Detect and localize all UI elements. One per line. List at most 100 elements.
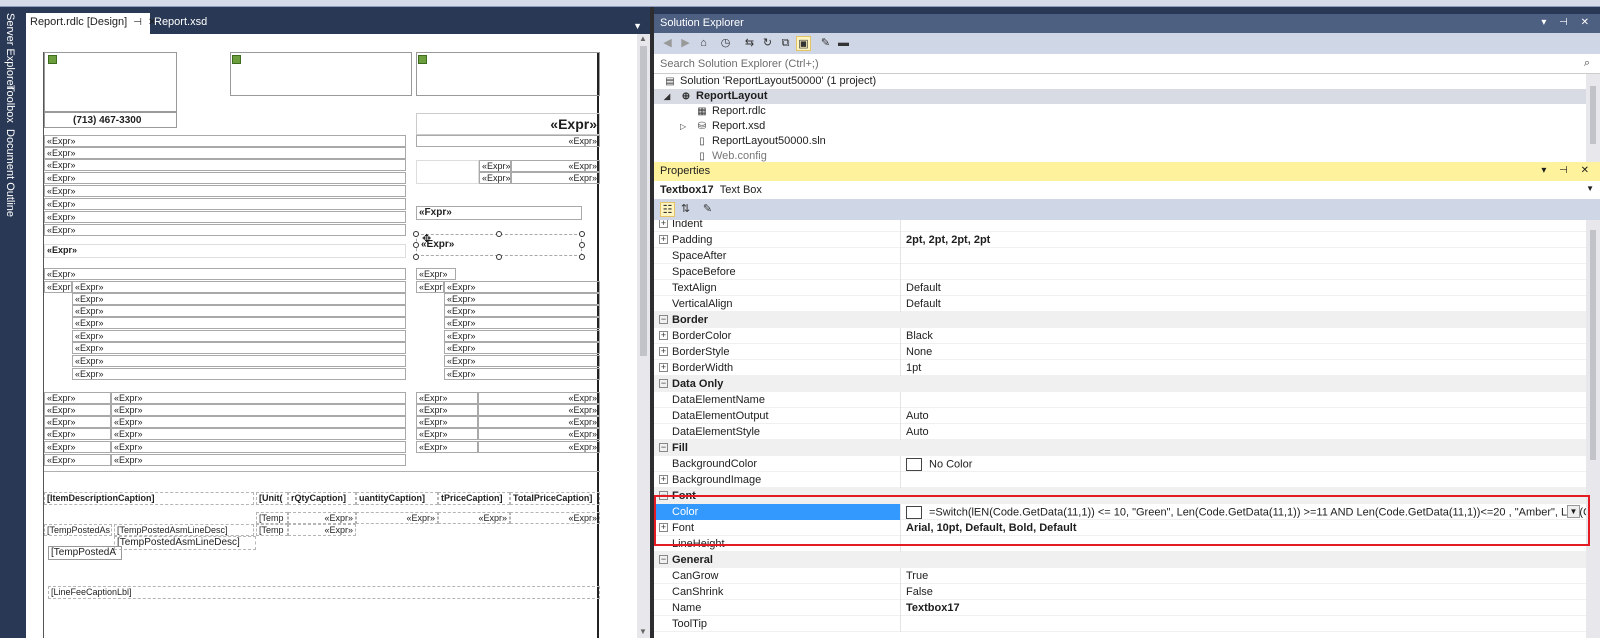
property-value[interactable]: Default <box>902 296 1586 312</box>
expression-box[interactable]: «Expr» <box>111 392 406 404</box>
address-expression-6[interactable]: «Expr» <box>44 198 406 210</box>
col-header-total-price[interactable]: TotalPriceCaption] <box>510 492 600 505</box>
panel-window-buttons[interactable]: ▾ ⊣ ✕ <box>1541 165 1594 176</box>
logo-image-box[interactable] <box>44 52 177 112</box>
expression-box[interactable]: «Expr» <box>72 342 406 354</box>
expression-box[interactable]: «Expr» <box>444 368 600 380</box>
expand-icon[interactable]: + <box>659 331 668 340</box>
alphabetical-icon[interactable]: ⇅ <box>678 202 693 217</box>
tab-report-rdlc-design[interactable]: Report.rdlc [Design] ⊣ ✕ <box>26 13 156 34</box>
expand-icon[interactable]: + <box>659 220 668 228</box>
expression-box[interactable]: «Expr» <box>72 293 406 305</box>
expression-box[interactable]: «Expr» <box>478 441 600 453</box>
expression-box[interactable]: «Expr» <box>416 135 600 147</box>
expanded-arrow-icon[interactable]: ◢ <box>664 92 674 101</box>
expression-box[interactable]: «Expr» <box>416 392 478 404</box>
address-expression-1[interactable]: «Expr» <box>44 135 406 147</box>
server-explorer-tab[interactable]: Server Explorer <box>4 13 16 89</box>
pending-changes-filter-icon[interactable]: ◷ <box>718 36 733 51</box>
col-header-unit-price[interactable]: tPriceCaption] <box>438 492 510 505</box>
col-header-quantity[interactable]: uantityCaption] <box>356 492 438 505</box>
search-icon[interactable]: ⌕ <box>1584 57 1590 70</box>
expression-box[interactable]: «Expr» <box>444 317 600 329</box>
selected-textbox17[interactable]: «Expr» <box>416 234 582 256</box>
tree-vertical-scrollbar[interactable] <box>1586 74 1600 169</box>
collapse-icon[interactable]: − <box>659 379 668 388</box>
posted-asm-line-desc[interactable]: [TempPostedAsmLineDesc] <box>114 524 254 536</box>
tree-item-report-xsd[interactable]: ▷ ⛁ Report.xsd <box>654 119 1586 134</box>
expression-box[interactable]: «Expr» <box>416 404 478 416</box>
expression-box[interactable]: «Expr» <box>111 416 406 428</box>
property-row[interactable]: TextAlign Default <box>654 280 1586 296</box>
property-value[interactable] <box>902 264 1586 280</box>
tree-item-sln[interactable]: ▯ ReportLayout50000.sln <box>654 134 1586 149</box>
forward-icon[interactable]: ▶ <box>678 36 693 51</box>
tab-overflow-dropdown-icon[interactable]: ▼ <box>633 21 642 31</box>
property-value[interactable]: No Color <box>902 456 1586 472</box>
property-row[interactable]: SpaceAfter <box>654 248 1586 264</box>
line-cell-expr[interactable]: «Expr» <box>438 512 510 524</box>
line-cell-expr[interactable]: «Expr» <box>510 512 600 524</box>
expression-box[interactable]: «Expr» <box>416 416 478 428</box>
scrollbar-thumb[interactable] <box>1590 230 1596 460</box>
expand-icon[interactable]: + <box>659 235 668 244</box>
sync-icon[interactable]: ⇆ <box>742 36 757 51</box>
property-value[interactable] <box>902 220 1586 232</box>
property-row[interactable]: Padding +2pt, 2pt, 2pt, 2pt <box>654 232 1586 248</box>
expression-box[interactable]: «Expr» <box>72 317 406 329</box>
expression-box[interactable]: «Expr» <box>72 355 406 367</box>
resize-handle[interactable] <box>413 231 419 237</box>
property-value[interactable]: Auto <box>902 424 1586 440</box>
expand-icon[interactable]: + <box>659 347 668 356</box>
property-value[interactable] <box>902 392 1586 408</box>
scrollbar-thumb[interactable] <box>1590 86 1596 144</box>
property-pages-icon[interactable]: ✎ <box>700 202 715 217</box>
tree-item-reportlayout[interactable]: ◢ ⊕ ReportLayout <box>654 89 1586 104</box>
expression-box[interactable]: «Expr» <box>72 330 406 342</box>
resize-handle[interactable] <box>579 231 585 237</box>
expression-box[interactable]: «Expr» <box>416 281 444 293</box>
address-expression-5[interactable]: «Expr» <box>44 185 406 197</box>
resize-handle[interactable] <box>413 242 419 248</box>
solution-explorer-search-input[interactable]: Search Solution Explorer (Ctrl+;) ⌕ <box>654 54 1600 74</box>
line-cell-expr[interactable]: «Expr» <box>288 524 356 536</box>
property-value[interactable]: Black <box>902 328 1586 344</box>
resize-handle[interactable] <box>579 242 585 248</box>
expression-box[interactable]: «Expr» <box>416 268 456 280</box>
col-header-item-description[interactable]: [ItemDescriptionCaption] <box>44 492 254 505</box>
home-icon[interactable]: ⌂ <box>696 36 711 51</box>
property-row[interactable]: DataElementName <box>654 392 1586 408</box>
expression-box[interactable]: «Expr» <box>44 268 406 280</box>
pin-icon[interactable]: ⊣ <box>133 17 142 28</box>
expression-box[interactable]: «Expr» <box>444 281 600 293</box>
property-row[interactable]: BorderColor + Black <box>654 328 1586 344</box>
property-category[interactable]: Data Only − <box>654 376 1586 392</box>
line-cell-expr[interactable]: «Expr» <box>356 512 438 524</box>
property-grid-scrollbar[interactable] <box>1586 220 1600 638</box>
expression-box[interactable]: «Expr» <box>44 281 72 293</box>
expression-box[interactable]: «Expr» <box>478 428 600 440</box>
expression-box[interactable]: «Expr» <box>444 293 600 305</box>
col-header-unit[interactable]: [Unit( <box>256 492 288 505</box>
panel-window-buttons[interactable]: ▾ ⊣ ✕ <box>1541 17 1594 28</box>
address-expression-3[interactable]: «Expr» <box>44 159 406 171</box>
expression-box[interactable]: «Expr» <box>44 428 111 440</box>
address-expression-4[interactable]: «Expr» <box>44 172 406 184</box>
expression-box[interactable]: «Expr» <box>479 160 511 172</box>
property-value[interactable]: Textbox17 <box>902 600 1586 616</box>
expression-box[interactable]: «Expr» <box>478 404 600 416</box>
col-header-qty[interactable]: rQtyCaption] <box>288 492 356 505</box>
preview-icon[interactable]: ▬ <box>836 36 851 51</box>
expression-box[interactable]: «Expr» <box>111 428 406 440</box>
posted-as-cell[interactable]: [TempPostedAs <box>44 524 112 536</box>
property-value[interactable]: Auto <box>902 408 1586 424</box>
property-value[interactable] <box>902 248 1586 264</box>
expression-box[interactable]: «Expr» <box>479 172 511 184</box>
expression-box[interactable]: «Expr» <box>44 404 111 416</box>
expression-box[interactable]: «Expr» <box>511 172 600 184</box>
property-row[interactable]: CanShrink False <box>654 584 1586 600</box>
resize-handle[interactable] <box>413 254 419 260</box>
image-box-3[interactable] <box>416 52 600 96</box>
collapse-icon[interactable]: − <box>659 555 668 564</box>
designer-vertical-scrollbar[interactable]: ▲ ▼ <box>637 34 650 638</box>
